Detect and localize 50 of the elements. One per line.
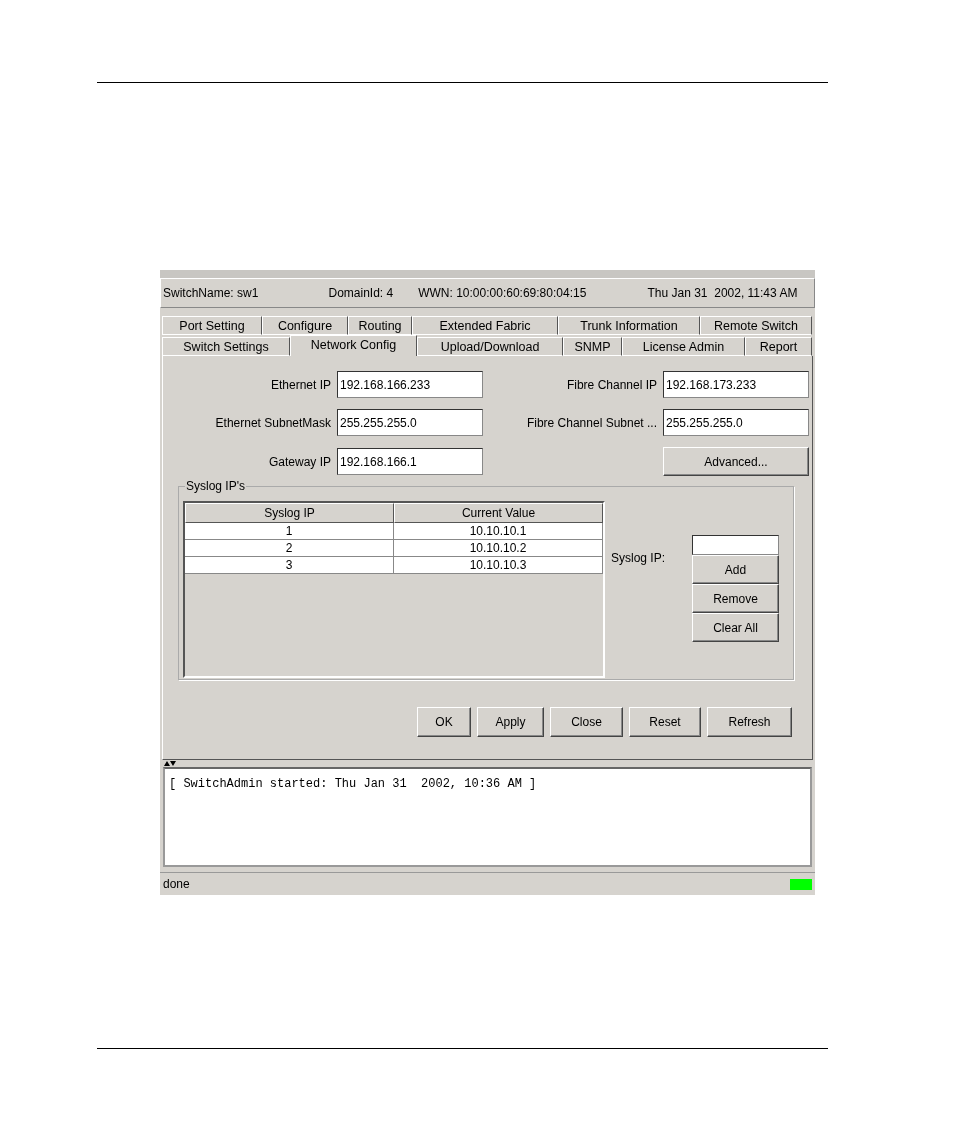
switch-name: SwitchName: sw1 <box>163 286 260 300</box>
table-cell: 1 <box>185 523 394 539</box>
field-label: Ethernet SubnetMask <box>214 415 331 430</box>
tab[interactable]: Network Config <box>290 335 417 356</box>
dialog-button[interactable]: Refresh <box>707 707 792 737</box>
table-cell: 10.10.10.2 <box>394 540 603 556</box>
tab[interactable]: Trunk Information <box>558 316 700 335</box>
tab[interactable]: Port Setting <box>162 316 262 335</box>
text-field[interactable]: 192.168.173.233 <box>663 371 809 398</box>
table-cell: 3 <box>185 557 394 573</box>
table-cell: 2 <box>185 540 394 556</box>
tab[interactable]: Remote Switch <box>700 316 812 335</box>
splitter-arrows-icon[interactable] <box>164 761 176 766</box>
column-header[interactable]: Current Value <box>394 503 603 523</box>
dialog-button[interactable]: Reset <box>629 707 701 737</box>
tab[interactable]: SNMP <box>563 337 622 356</box>
syslog-ip-field[interactable] <box>692 535 779 555</box>
syslog-button[interactable]: Remove <box>692 584 779 613</box>
field-label: Ethernet IP <box>269 377 331 392</box>
text-field[interactable]: 255.255.255.0 <box>663 409 809 436</box>
status-light-icon <box>790 878 812 890</box>
tab[interactable]: License Admin <box>622 337 745 356</box>
table-cell: 10.10.10.1 <box>394 523 603 539</box>
field-label: Fibre Channel IP <box>565 377 657 392</box>
column-header[interactable]: Syslog IP <box>185 503 394 523</box>
group-title: Syslog IP's <box>185 479 246 493</box>
dialog-button[interactable]: OK <box>417 707 471 737</box>
domain-id: DomainId: 4 <box>328 286 395 300</box>
tab[interactable]: Configure <box>262 316 348 335</box>
status-text: done <box>163 877 190 891</box>
tab[interactable]: Extended Fabric <box>412 316 558 335</box>
syslog-button[interactable]: Clear All <box>692 613 779 642</box>
dialog-button[interactable]: Apply <box>477 707 544 737</box>
syslog-button[interactable]: Add <box>692 555 779 584</box>
table-cell: 10.10.10.3 <box>394 557 603 573</box>
advanced-button[interactable]: Advanced... <box>663 447 809 476</box>
text-field[interactable]: 192.168.166.1 <box>337 448 483 475</box>
wwn: WWN: 10:00:00:60:69:80:04:15 <box>418 286 588 300</box>
text-field[interactable]: 192.168.166.233 <box>337 371 483 398</box>
dialog-button[interactable]: Close <box>550 707 623 737</box>
field-label: Syslog IP: <box>611 551 667 567</box>
field-label: Fibre Channel Subnet ... <box>525 415 657 430</box>
tab[interactable]: Report <box>745 337 812 356</box>
log-line: [ SwitchAdmin started: Thu Jan 31 2002, 10:36 AM ] <box>169 777 538 791</box>
tab[interactable]: Upload/Download <box>417 337 563 356</box>
text-field[interactable]: 255.255.255.0 <box>337 409 483 436</box>
field-label: Gateway IP <box>267 454 331 469</box>
date-time: Thu Jan 31 2002, 11:43 AM <box>647 286 799 300</box>
tab[interactable]: Routing <box>348 316 412 335</box>
tab[interactable]: Switch Settings <box>162 337 290 356</box>
